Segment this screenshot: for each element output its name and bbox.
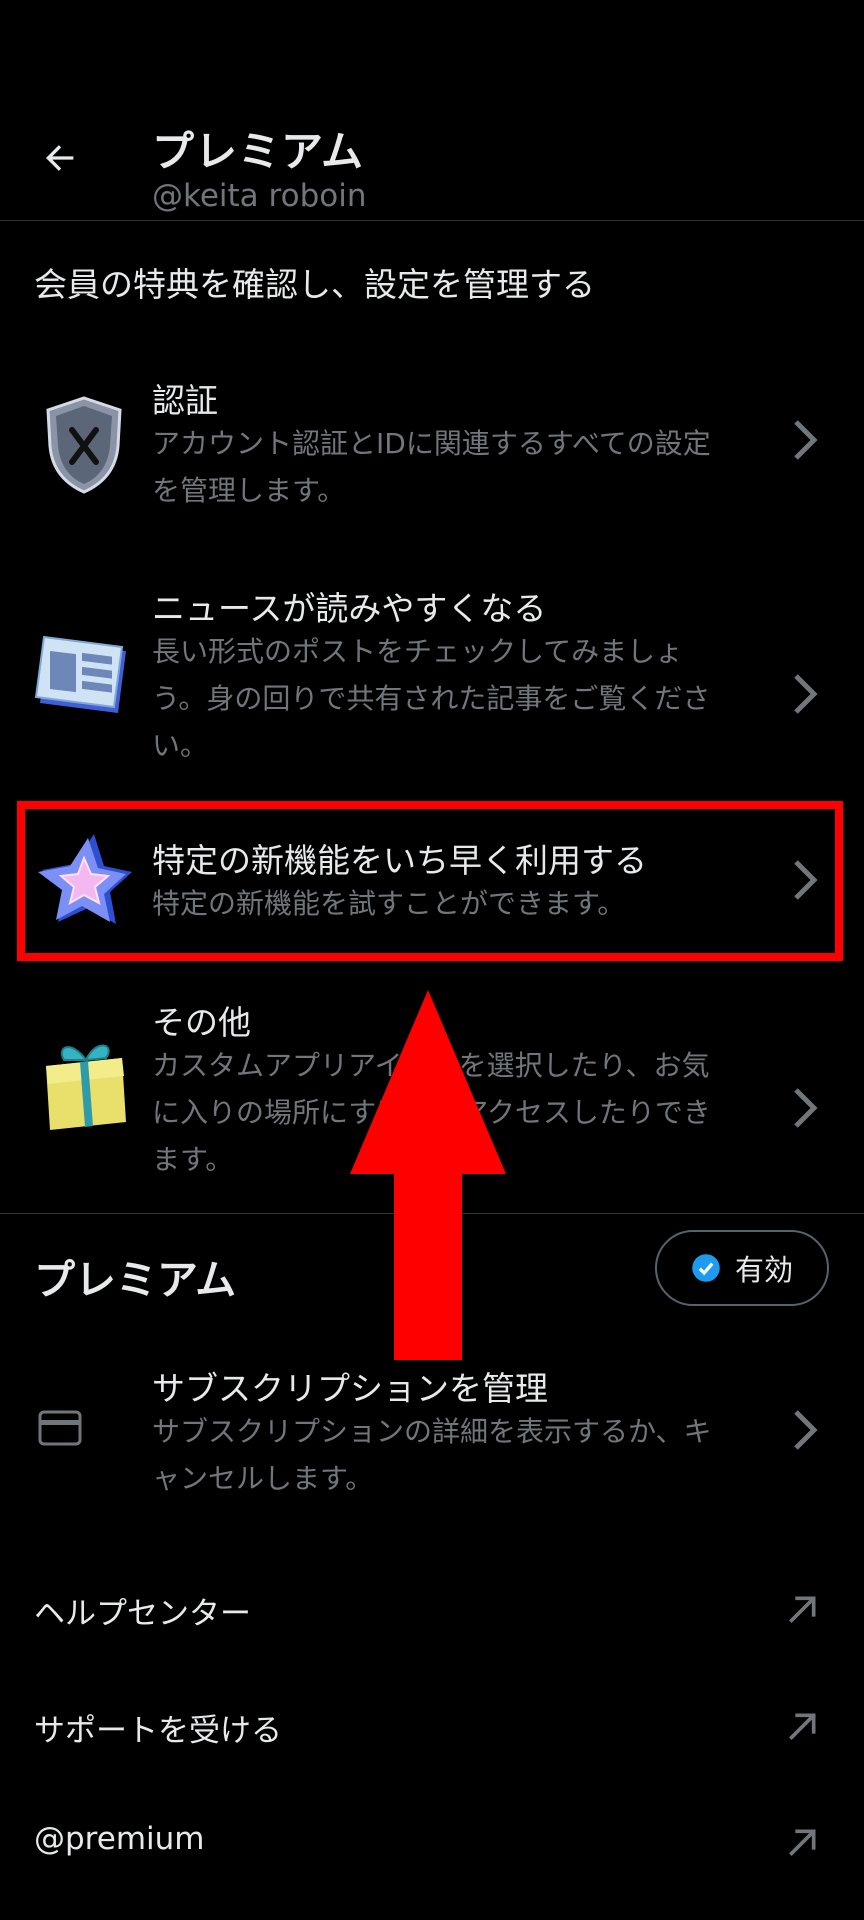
external-link-icon bbox=[789, 1829, 816, 1856]
page-title: プレミアム bbox=[152, 127, 365, 176]
verified-check-icon bbox=[692, 1254, 720, 1282]
annotation-arrow-up bbox=[350, 990, 506, 1360]
feature-description: 長い形式のポストをチェックしてみましょ う。身の回りで共有された記事をご覧くださ… bbox=[152, 635, 711, 762]
credit-card-icon bbox=[32, 1376, 88, 1480]
feature-verification[interactable]: 認証 アカウント認証とIDに関連するすべての設定 を管理します。 bbox=[0, 370, 864, 520]
link-label: サポートを受ける bbox=[34, 1713, 282, 1749]
chevron-right-icon bbox=[794, 1088, 818, 1128]
back-button[interactable] bbox=[32, 130, 88, 186]
shield-x-icon bbox=[32, 392, 136, 496]
star-icon bbox=[32, 826, 136, 930]
external-link-icon bbox=[789, 1713, 816, 1740]
link-help-center[interactable]: ヘルプセンター bbox=[0, 1568, 864, 1658]
link-get-support[interactable]: サポートを受ける bbox=[0, 1685, 864, 1775]
feature-title: 認証 bbox=[152, 381, 218, 420]
section-description: 会員の特典を確認し、設定を管理する bbox=[34, 265, 595, 304]
account-handle: @keita roboin bbox=[152, 178, 367, 214]
link-label: ヘルプセンター bbox=[34, 1596, 251, 1632]
feature-title: ニュースが読みやすくなる bbox=[152, 589, 547, 628]
chevron-right-icon bbox=[794, 420, 818, 460]
link-premium-account[interactable]: @premium bbox=[0, 1801, 864, 1891]
link-label: @premium bbox=[34, 1821, 205, 1857]
feature-title: サブスクリプションを管理 bbox=[152, 1369, 548, 1408]
app-header: プレミアム @keita roboin bbox=[0, 0, 864, 221]
feature-news[interactable]: ニュースが読みやすくなる 長い形式のポストをチェックしてみましょ う。身の回りで… bbox=[0, 578, 864, 768]
feature-title: その他 bbox=[152, 1003, 251, 1042]
chevron-right-icon bbox=[794, 674, 818, 714]
gift-icon bbox=[32, 1032, 136, 1136]
feature-description: 特定の新機能を試すことができます。 bbox=[152, 887, 626, 920]
status-label: 有効 bbox=[734, 1253, 793, 1287]
feature-description: アカウント認証とIDに関連するすべての設定 を管理します。 bbox=[152, 427, 711, 507]
external-link-icon bbox=[789, 1596, 816, 1623]
feature-description: サブスクリプションの詳細を表示するか、キ ャンセルします。 bbox=[152, 1415, 712, 1495]
back-arrow-icon bbox=[46, 145, 74, 171]
chevron-right-icon bbox=[794, 1410, 818, 1450]
feature-early-access[interactable]: 特定の新機能をいち早く利用する 特定の新機能を試すことができます。 bbox=[0, 820, 864, 940]
status-badge[interactable]: 有効 bbox=[655, 1230, 829, 1306]
premium-section-title: プレミアム bbox=[34, 1256, 237, 1304]
feature-title: 特定の新機能をいち早く利用する bbox=[152, 841, 647, 880]
chevron-right-icon bbox=[794, 860, 818, 900]
newspaper-icon bbox=[32, 620, 136, 724]
manage-subscription[interactable]: サブスクリプションを管理 サブスクリプションの詳細を表示するか、キ ャンセルしま… bbox=[0, 1362, 864, 1502]
